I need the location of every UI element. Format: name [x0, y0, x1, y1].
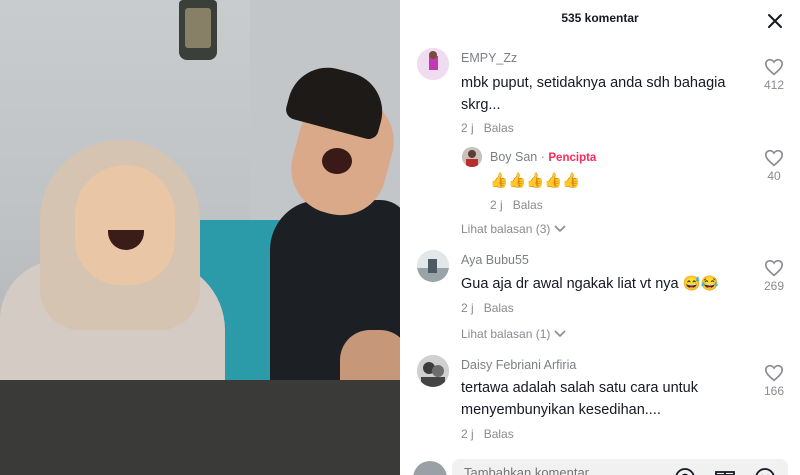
like-button[interactable]: 40 — [754, 149, 794, 183]
like-count: 412 — [763, 78, 785, 92]
comment-meta: 2 j Balas — [461, 427, 514, 441]
reply-username-text[interactable]: Boy San — [490, 150, 537, 164]
reply-button[interactable]: Balas — [484, 121, 514, 135]
heart-outline-icon — [764, 58, 784, 76]
close-button[interactable] — [767, 13, 783, 29]
reply-button[interactable]: Balas — [484, 427, 514, 441]
comment-text: mbk puput, setidaknya anda sdh bahagia s… — [461, 75, 726, 113]
comment-time: 2 j — [461, 301, 474, 315]
at-icon — [675, 468, 695, 475]
man-mouth — [322, 148, 352, 174]
reply-button[interactable]: Balas — [513, 198, 543, 212]
close-icon — [768, 14, 782, 28]
video-player[interactable] — [0, 0, 400, 475]
reply-button[interactable]: Balas — [484, 301, 514, 315]
like-button[interactable]: 166 — [754, 364, 794, 398]
current-user-avatar — [413, 461, 447, 475]
table — [0, 380, 400, 475]
reply-time: 2 j — [490, 198, 503, 212]
like-count: 269 — [763, 279, 785, 293]
like-count: 40 — [767, 169, 781, 183]
comment-input-bar — [400, 455, 800, 475]
like-button[interactable]: 412 — [754, 58, 794, 92]
comment-input-container[interactable] — [452, 459, 788, 475]
like-button[interactable]: 269 — [754, 259, 794, 293]
comment-text: tertawa adalah salah satu cara untuk men… — [461, 380, 698, 418]
gift-icon — [715, 471, 735, 475]
chevron-down-icon — [554, 225, 566, 232]
heart-outline-icon — [764, 364, 784, 382]
comments-count-title: 535 komentar — [561, 11, 639, 25]
comment-time: 2 j — [461, 121, 474, 135]
like-count: 166 — [763, 384, 785, 398]
comment-username[interactable]: EMPY_Zz — [461, 51, 517, 65]
comment-time: 2 j — [461, 427, 474, 441]
comment-username[interactable]: Aya Bubu55 — [461, 253, 529, 267]
creator-badge: Pencipta — [548, 152, 597, 164]
emoji-button[interactable] — [754, 467, 776, 475]
gift-button[interactable] — [714, 467, 736, 475]
avatar[interactable] — [462, 147, 482, 167]
woman-face — [75, 165, 175, 285]
view-replies-label: Lihat balasan (1) — [461, 326, 551, 341]
avatar[interactable] — [417, 48, 449, 80]
reply-username: Boy San · Pencipta — [490, 150, 596, 164]
comments-panel: 535 komentar EMPY_Zz mbk puput, setidakn… — [400, 0, 800, 475]
avatar[interactable] — [417, 355, 449, 387]
reply-meta: 2 j Balas — [490, 198, 543, 212]
avatar[interactable] — [417, 250, 449, 282]
comment-username[interactable]: Daisy Febriani Arfiria — [461, 358, 576, 372]
wall-lamp — [179, 0, 217, 60]
comment-text: Gua aja dr awal ngakak liat vt nya 😅😂 — [461, 276, 719, 292]
view-replies-label: Lihat balasan (3) — [461, 221, 551, 236]
view-replies-button[interactable]: Lihat balasan (1) — [461, 326, 566, 341]
heart-outline-icon — [764, 149, 784, 167]
reply-text: 👍👍👍👍👍 — [490, 173, 581, 189]
heart-outline-icon — [764, 259, 784, 277]
chevron-down-icon — [554, 330, 566, 337]
emoji-icon — [755, 468, 775, 475]
view-replies-button[interactable]: Lihat balasan (3) — [461, 221, 566, 236]
comment-meta: 2 j Balas — [461, 301, 514, 315]
comment-input[interactable] — [464, 465, 664, 475]
comment-meta: 2 j Balas — [461, 121, 514, 135]
mention-button[interactable] — [674, 467, 696, 475]
